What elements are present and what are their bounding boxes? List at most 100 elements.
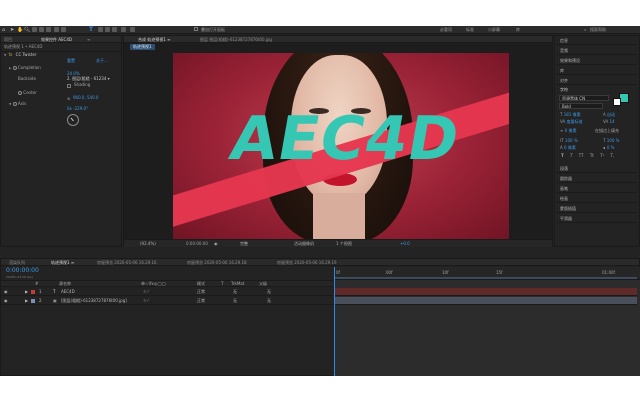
all-caps-button[interactable]: TT bbox=[579, 153, 584, 158]
layer-name[interactable]: AEC4D bbox=[61, 288, 75, 296]
panel-brushes[interactable]: 画笔 bbox=[557, 184, 637, 193]
panel-effects-presets[interactable]: 效果和预设 bbox=[557, 56, 637, 65]
tab-render-queue[interactable]: 渲染队列 bbox=[9, 260, 25, 265]
font-style-dropdown[interactable]: Bold bbox=[559, 103, 603, 109]
layer-row[interactable]: ◉ ▶ 1 T AEC4D ☼ ⁄ 正常 无 无 bbox=[1, 288, 333, 296]
stroke-type-dropdown[interactable]: 在描边上填充 bbox=[595, 128, 619, 134]
tab-preview-2[interactable]: 房屋预览 2020-05-06 16.29.18 bbox=[187, 260, 247, 265]
work-area-bar[interactable] bbox=[334, 277, 637, 279]
exposure-value[interactable]: +0.0 bbox=[400, 241, 410, 247]
baseline-shift-field[interactable]: A 0 像素 bbox=[560, 145, 576, 151]
axis-angle-dial[interactable] bbox=[67, 114, 79, 126]
expand-triangle-icon[interactable]: ▶ bbox=[25, 288, 28, 296]
tab-project[interactable]: 项目 bbox=[4, 37, 12, 42]
panel-mask-interpolation[interactable]: 蒙版插值 bbox=[557, 204, 637, 213]
workspace-tab-small-screen[interactable]: 小屏幕 bbox=[488, 27, 500, 33]
expand-triangle-icon[interactable]: ▶ bbox=[25, 297, 28, 305]
panel-audio[interactable]: 音频 bbox=[557, 46, 637, 55]
layer-name[interactable]: [图层(粗糙)-61238727876t00.jpg] bbox=[61, 297, 127, 305]
tracking-field[interactable]: VA 14 bbox=[603, 119, 615, 125]
stopwatch-icon[interactable] bbox=[18, 91, 22, 95]
layer-parent-dropdown[interactable]: 无 bbox=[267, 288, 271, 296]
vertical-scale-field[interactable]: IT 100 % bbox=[560, 138, 578, 144]
layer-mode-dropdown[interactable]: 正常 bbox=[197, 288, 205, 296]
magnification-dropdown[interactable]: (92.4%) bbox=[140, 241, 156, 247]
collapse-triangle-icon[interactable]: ▼ bbox=[4, 53, 6, 57]
effect-about-button[interactable]: 关于... bbox=[96, 58, 108, 64]
resolution-dropdown[interactable]: 完整 bbox=[240, 241, 248, 247]
panel-info[interactable]: 信息 bbox=[557, 36, 637, 45]
effect-reset-button[interactable]: 重置 bbox=[67, 58, 75, 64]
camera-tool-icon[interactable] bbox=[39, 27, 44, 32]
horizontal-scale-field[interactable]: T 100 % bbox=[603, 138, 619, 144]
workspace-tab-standard[interactable]: 标准 bbox=[466, 27, 474, 33]
layer-label-color[interactable] bbox=[31, 290, 35, 294]
hand-tool-icon[interactable]: ✋ bbox=[17, 27, 23, 33]
layer-parent-dropdown[interactable]: 无 bbox=[267, 297, 271, 305]
timecode-display[interactable]: 0:00:00:00 bbox=[186, 241, 208, 247]
timeline-ruler[interactable]: 0f 00f 10f 15f 01:00f bbox=[334, 267, 640, 280]
visibility-eye-icon[interactable]: ◉ bbox=[4, 297, 8, 305]
composition-viewer-image[interactable]: AEC4D bbox=[173, 53, 509, 241]
home-icon[interactable]: ⌂ bbox=[2, 27, 5, 33]
small-caps-button[interactable]: Tt bbox=[590, 153, 594, 158]
snapshot-icon[interactable]: ◉ bbox=[214, 241, 218, 247]
views-dropdown[interactable]: 1 个视图 bbox=[336, 241, 352, 247]
effect-cc-twister[interactable]: ▼ fx CC Twister bbox=[4, 52, 36, 58]
tab-effect-controls[interactable]: 效果控件 AEC4D bbox=[41, 37, 72, 42]
clone-stamp-tool-icon[interactable] bbox=[105, 27, 110, 32]
selection-tool-icon[interactable]: ➤ bbox=[10, 27, 14, 33]
panel-paragraph[interactable]: 段落 bbox=[557, 164, 637, 173]
roto-brush-tool-icon[interactable] bbox=[121, 27, 126, 32]
search-icon[interactable]: ⌕ bbox=[584, 27, 586, 32]
playhead[interactable] bbox=[334, 267, 335, 376]
visibility-eye-icon[interactable]: ◉ bbox=[4, 288, 8, 296]
tsume-field[interactable]: ∎ 0 % bbox=[603, 145, 614, 151]
faux-italic-button[interactable]: T bbox=[570, 153, 572, 158]
stroke-color-swatch[interactable] bbox=[613, 98, 621, 106]
rotate-tool-icon[interactable] bbox=[32, 27, 37, 32]
subscript-button[interactable]: T, bbox=[610, 153, 614, 158]
zoom-tool-icon[interactable]: 🔍︎ bbox=[24, 27, 30, 33]
eraser-tool-icon[interactable] bbox=[112, 27, 117, 32]
tab-composition[interactable]: 合成 轨迹预视1 ≡ bbox=[138, 37, 170, 42]
panel-align[interactable]: 对齐 bbox=[557, 76, 637, 85]
leading-field[interactable]: A 自动 bbox=[603, 112, 615, 118]
tab-preview-1[interactable]: 房屋预览 2020-05-06 16.29.16 bbox=[97, 260, 157, 265]
layer-row[interactable]: ◉ ▶ 2 ▣ [图层(粗糙)-61238727876t00.jpg] ☼ ⁄ … bbox=[1, 297, 333, 305]
layer-label-color[interactable] bbox=[31, 299, 35, 303]
overlay-text-aec4d[interactable]: AEC4D bbox=[225, 104, 465, 174]
layer-switches[interactable]: ☼ ⁄ bbox=[143, 288, 149, 296]
puppet-tool-icon[interactable] bbox=[130, 27, 135, 32]
prop-center-value[interactable]: 960.0, 540.0 bbox=[73, 95, 98, 101]
track-bar-layer-2[interactable] bbox=[334, 297, 637, 305]
character-panel-title[interactable]: 字符 bbox=[560, 87, 568, 93]
camera-dropdown[interactable]: 活动摄像机 bbox=[294, 241, 314, 247]
col-source-name[interactable]: 源名称 bbox=[59, 281, 71, 287]
kerning-field[interactable]: VA 度量标准 bbox=[560, 119, 583, 125]
font-size-field[interactable]: T 181 像素 bbox=[560, 112, 581, 118]
layer-mode-dropdown[interactable]: 正常 bbox=[197, 297, 205, 305]
stopwatch-icon[interactable] bbox=[12, 66, 17, 70]
track-bar-layer-1[interactable] bbox=[334, 288, 637, 296]
overlay-panel-checkbox[interactable] bbox=[194, 27, 198, 31]
layer-trkmat-dropdown[interactable]: 无 bbox=[233, 297, 237, 305]
layer-trkmat-dropdown[interactable]: 无 bbox=[233, 288, 237, 296]
crosshair-icon[interactable]: ⊕ bbox=[67, 96, 70, 101]
panel-library[interactable]: 库 bbox=[557, 66, 637, 75]
stroke-width-field[interactable]: ≡ 0 像素 bbox=[560, 128, 576, 134]
pan-behind-tool-icon[interactable] bbox=[46, 27, 51, 32]
superscript-button[interactable]: T¹ bbox=[600, 153, 604, 158]
panel-menu-icon[interactable]: ≡ bbox=[87, 37, 90, 42]
prop-axis-value[interactable]: 0x -229.0° bbox=[67, 106, 88, 112]
font-family-dropdown[interactable]: 思源黑体 CN bbox=[559, 95, 609, 101]
search-help-input[interactable]: 搜索帮助 bbox=[590, 27, 606, 33]
workspace-tab-library[interactable]: 库 bbox=[516, 27, 520, 33]
tab-layer[interactable]: 图层 图层(粗糙)-61238727876t00.jpg bbox=[200, 37, 272, 42]
tab-timeline-comp[interactable]: 轨迹预视1 ≡ bbox=[51, 260, 74, 265]
brush-tool-icon[interactable] bbox=[98, 27, 103, 32]
shading-checkbox[interactable] bbox=[67, 84, 71, 88]
panel-tracker[interactable]: 跟踪器 bbox=[557, 174, 637, 183]
pen-tool-icon[interactable] bbox=[61, 27, 66, 32]
panel-paint[interactable]: 绘画 bbox=[557, 194, 637, 203]
